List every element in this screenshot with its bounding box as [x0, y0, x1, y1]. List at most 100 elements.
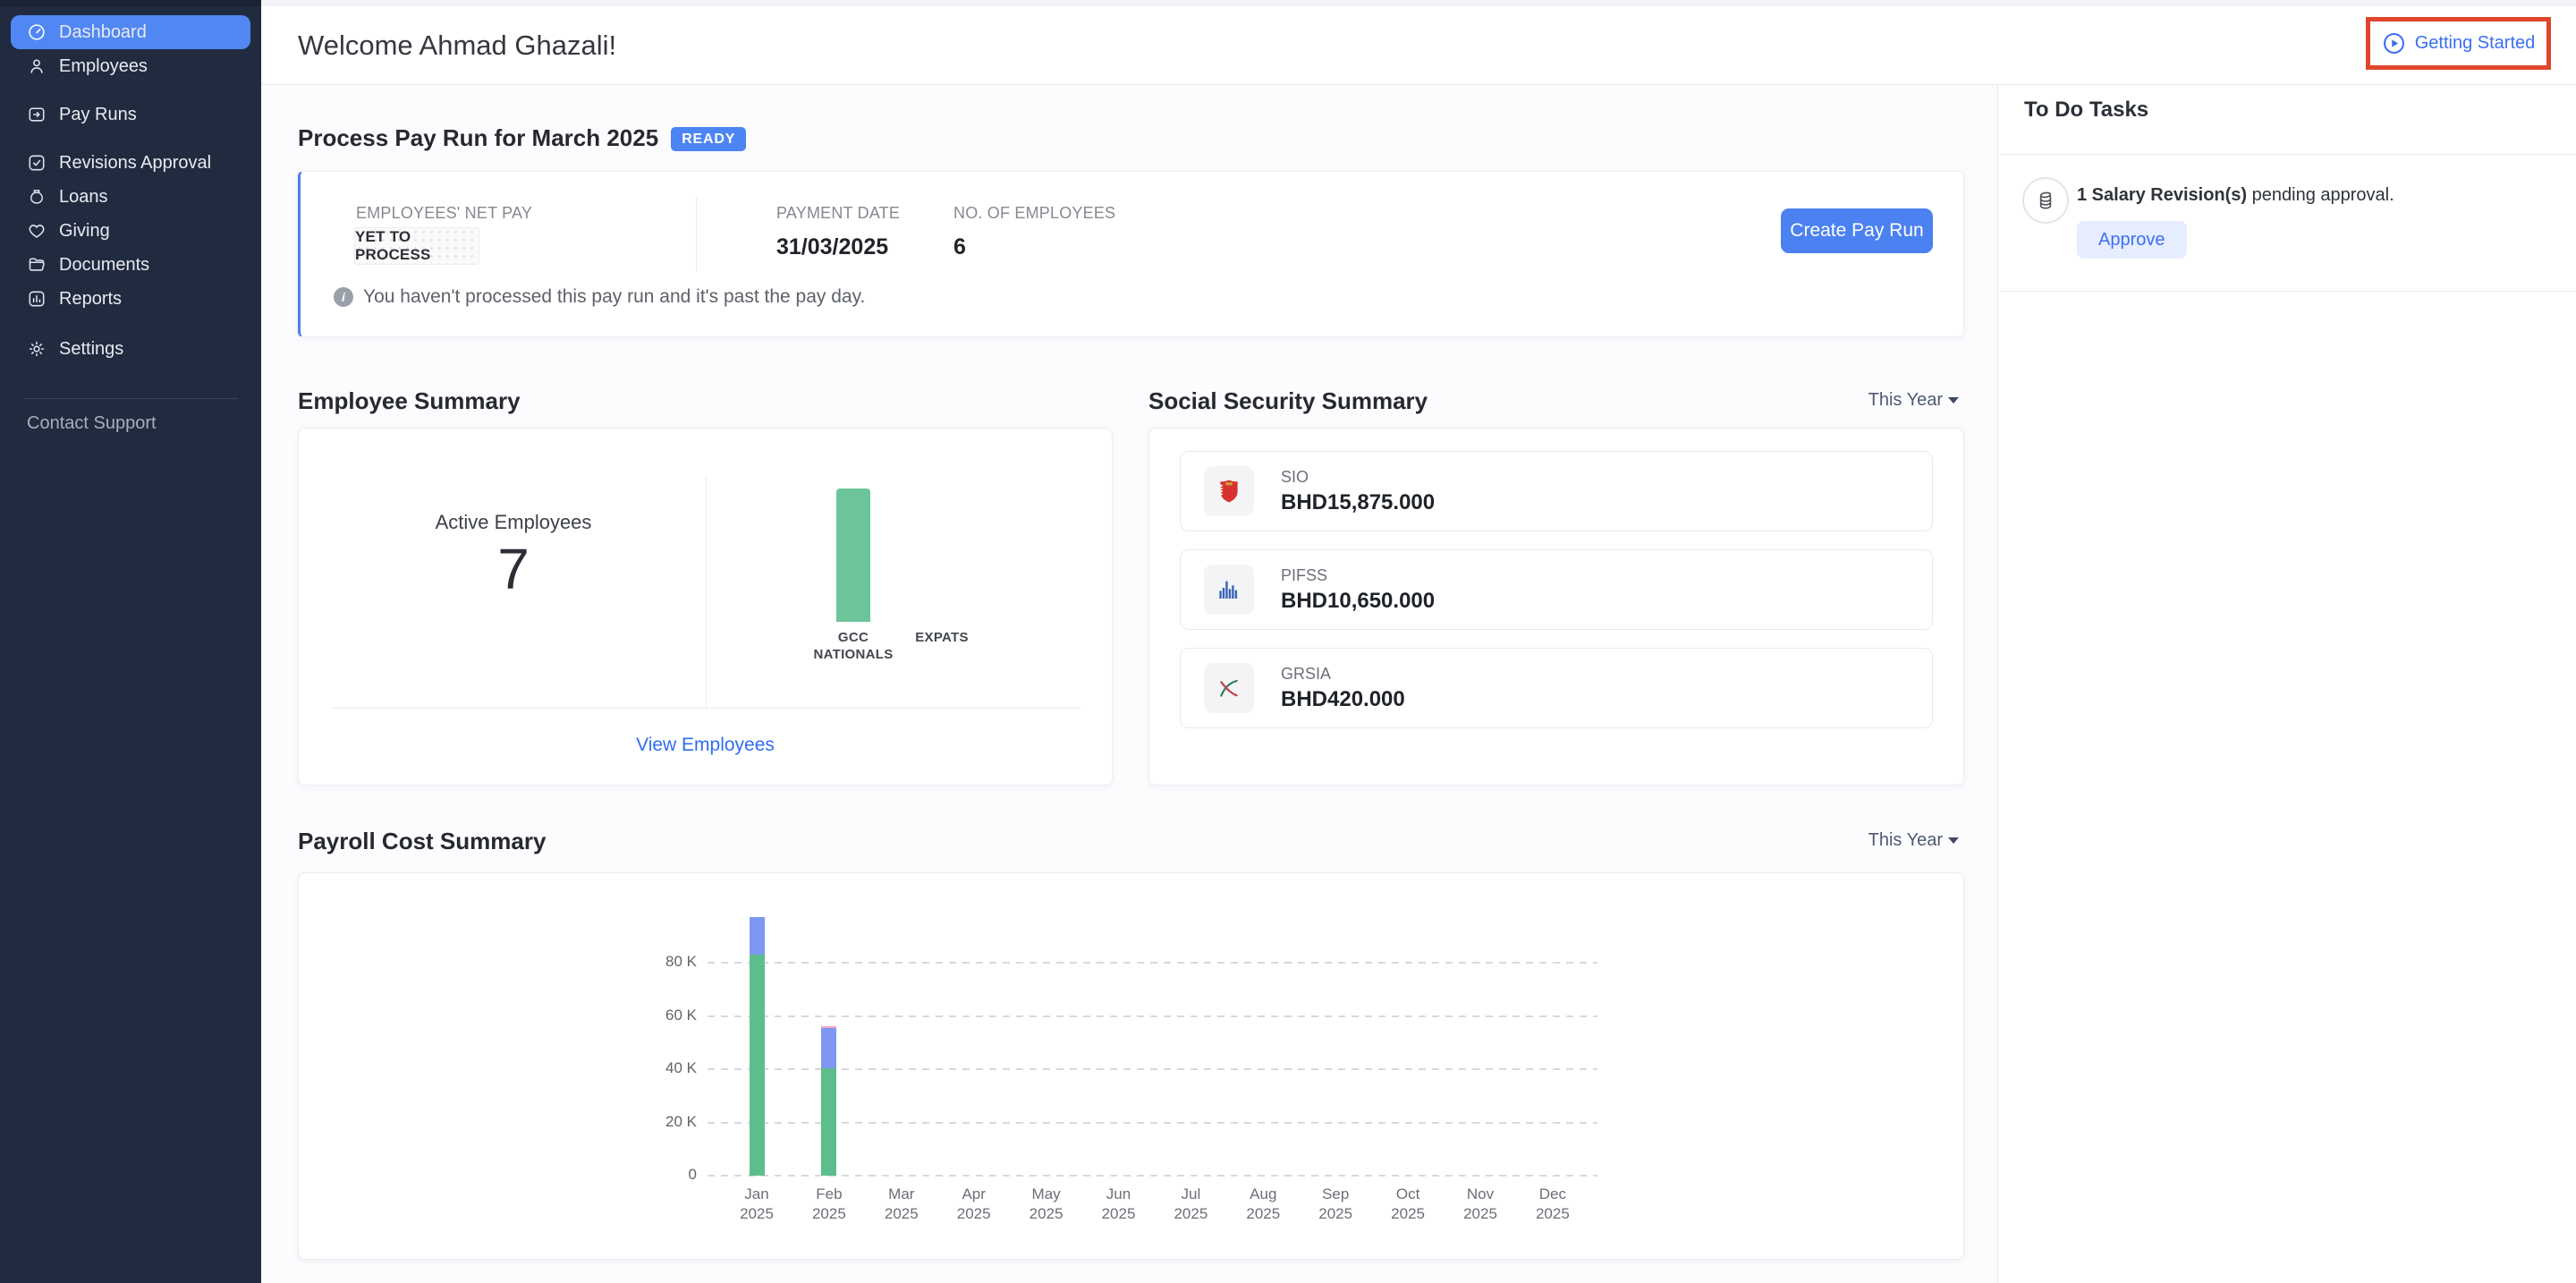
view-employees-link[interactable]: View Employees — [299, 735, 1112, 756]
sidebar-item-employees[interactable]: Employees — [11, 49, 250, 83]
active-employees-label: Active Employees — [406, 511, 621, 534]
employee-card-footer-divider — [331, 708, 1081, 709]
social-security-title: Social Security Summary — [1148, 387, 1428, 415]
window-top-strip-dark — [0, 0, 261, 6]
sidebar-item-revisions-approval[interactable]: Revisions Approval — [11, 146, 250, 180]
y-axis-tick-label: 80 K — [634, 953, 697, 971]
employees-icon — [27, 56, 47, 76]
contact-support-link[interactable]: Contact Support — [27, 413, 234, 434]
sidebar-item-label: Revisions Approval — [59, 153, 211, 174]
x-axis-month-label: Apr2025 — [934, 1185, 1014, 1224]
payroll-cost-title: Payroll Cost Summary — [298, 828, 546, 855]
y-axis-tick-label: 40 K — [634, 1059, 697, 1077]
payroll-bar-segment-green — [750, 955, 765, 1176]
x-axis-month-label: Dec2025 — [1513, 1185, 1593, 1224]
pay-runs-icon — [27, 105, 47, 124]
social-security-row-value: BHD15,875.000 — [1281, 490, 1435, 515]
page-title: Welcome Ahmad Ghazali! — [298, 30, 616, 62]
sidebar-nav: Dashboard Employees Pay Runs Revisions Appr… — [0, 15, 261, 366]
net-pay-label: EMPLOYEES' NET PAY — [356, 204, 532, 223]
x-axis-month-label: Feb2025 — [789, 1185, 869, 1224]
chevron-down-icon — [1948, 397, 1959, 404]
pay-run-card: EMPLOYEES' NET PAY YET TO PROCESS PAYMEN… — [298, 171, 1964, 337]
todo-title: To Do Tasks — [2024, 98, 2148, 123]
create-pay-run-button[interactable]: Create Pay Run — [1781, 208, 1933, 253]
x-axis-month-label: Jul2025 — [1150, 1185, 1231, 1224]
getting-started-button[interactable]: Getting Started — [2377, 30, 2541, 56]
giving-icon — [27, 221, 47, 241]
payroll-cost-card: 0 20 K 40 K 60 K 80 K Jan2025Feb2025Mar2025Ap… — [298, 872, 1964, 1260]
sidebar-item-settings[interactable]: Settings — [11, 332, 250, 366]
settings-icon — [27, 339, 47, 359]
sidebar-item-loans[interactable]: Loans — [11, 180, 250, 214]
window-top-strip — [0, 0, 2576, 6]
sidebar-item-label: Reports — [59, 289, 122, 310]
payment-date-label: PAYMENT DATE — [776, 204, 900, 223]
sidebar-item-label: Employees — [59, 56, 148, 77]
reports-icon — [27, 289, 47, 309]
social-security-card: SIO BHD15,875.000 PIFSSBHD10,650.000 GRSIA B… — [1148, 428, 1964, 786]
todo-panel: To Do Tasks 1 Salary Revision(s) pending… — [1997, 85, 2576, 1283]
chart-gridline — [708, 1015, 1597, 1017]
payroll-cost-range-select[interactable]: This Year — [1868, 830, 1959, 851]
employee-card-divider — [706, 475, 707, 708]
social-security-row-pifss[interactable]: PIFSSBHD10,650.000 — [1180, 549, 1933, 630]
revisions-approval-icon — [27, 153, 47, 173]
play-circle-icon — [2382, 31, 2406, 55]
y-axis-tick-label: 60 K — [634, 1007, 697, 1024]
mini-chart-category-label: EXPATS — [875, 629, 1009, 646]
sidebar-item-pay-runs[interactable]: Pay Runs — [11, 98, 250, 132]
x-axis-month-label: Nov2025 — [1440, 1185, 1521, 1224]
salary-coins-icon — [2022, 177, 2069, 224]
loans-icon — [27, 187, 47, 207]
pay-run-column-divider — [696, 197, 697, 272]
sidebar-item-dashboard[interactable]: Dashboard — [11, 15, 250, 49]
chart-gridline — [708, 1175, 1597, 1177]
social-security-row-value: BHD420.000 — [1281, 687, 1405, 712]
social-security-range-select[interactable]: This Year — [1868, 390, 1959, 411]
sidebar: Dashboard Employees Pay Runs Revisions Appr… — [0, 6, 261, 1283]
social-security-row-label: GRSIA — [1281, 665, 1405, 684]
sidebar-item-documents[interactable]: Documents — [11, 248, 250, 282]
social-security-list: SIO BHD15,875.000 PIFSSBHD10,650.000 GRSIA B… — [1180, 451, 1933, 728]
payroll-bar-segment-blue — [821, 1028, 836, 1068]
documents-icon — [27, 255, 47, 275]
annotation-highlight-box: Getting Started — [2366, 17, 2551, 70]
payment-date-value: 31/03/2025 — [776, 234, 888, 260]
x-axis-month-label: Oct2025 — [1368, 1185, 1448, 1224]
social-security-row-label: SIO — [1281, 468, 1435, 487]
top-header: Welcome Ahmad Ghazali! Getting Started — [261, 6, 2576, 85]
net-pay-value: YET TO PROCESS — [354, 227, 479, 265]
x-axis-month-label: Sep2025 — [1295, 1185, 1376, 1224]
info-icon: i — [334, 287, 353, 307]
chart-gridline — [708, 1068, 1597, 1070]
pay-run-section-title: Process Pay Run for March 2025READY — [298, 124, 746, 152]
y-axis-tick-label: 20 K — [634, 1113, 697, 1131]
chart-gridline — [708, 962, 1597, 964]
sidebar-item-label: Settings — [59, 339, 123, 360]
todo-task-text: 1 Salary Revision(s) pending approval. — [2077, 185, 2394, 206]
x-axis-month-label: Aug2025 — [1223, 1185, 1303, 1224]
pifss-logo-icon — [1204, 565, 1254, 615]
x-axis-month-label: Mar2025 — [861, 1185, 942, 1224]
payroll-bar-segment-green — [821, 1068, 836, 1176]
sidebar-item-label: Loans — [59, 187, 108, 208]
y-axis-tick-label: 0 — [634, 1166, 697, 1184]
employee-summary-card: Active Employees 7 GCCNATIONALSEXPATS Vi… — [298, 428, 1113, 786]
sidebar-divider — [23, 398, 238, 399]
pay-run-note: i You haven't processed this pay run and… — [334, 286, 865, 308]
employee-summary-title: Employee Summary — [298, 387, 521, 415]
sidebar-item-label: Giving — [59, 221, 110, 242]
app-root: Dashboard Employees Pay Runs Revisions Appr… — [0, 0, 2576, 1283]
grsia-logo-icon — [1204, 663, 1254, 713]
approve-button[interactable]: Approve — [2077, 221, 2187, 259]
todo-divider-top — [1998, 154, 2576, 155]
sidebar-item-giving[interactable]: Giving — [11, 214, 250, 248]
sidebar-item-label: Documents — [59, 255, 149, 276]
x-axis-month-label: Jan2025 — [716, 1185, 797, 1224]
sidebar-item-reports[interactable]: Reports — [11, 282, 250, 316]
social-security-row-sio[interactable]: SIO BHD15,875.000 — [1180, 451, 1933, 531]
status-badge: READY — [671, 127, 746, 151]
social-security-row-grsia[interactable]: GRSIA BHD420.000 — [1180, 648, 1933, 728]
social-security-row-label: PIFSS — [1281, 566, 1435, 585]
